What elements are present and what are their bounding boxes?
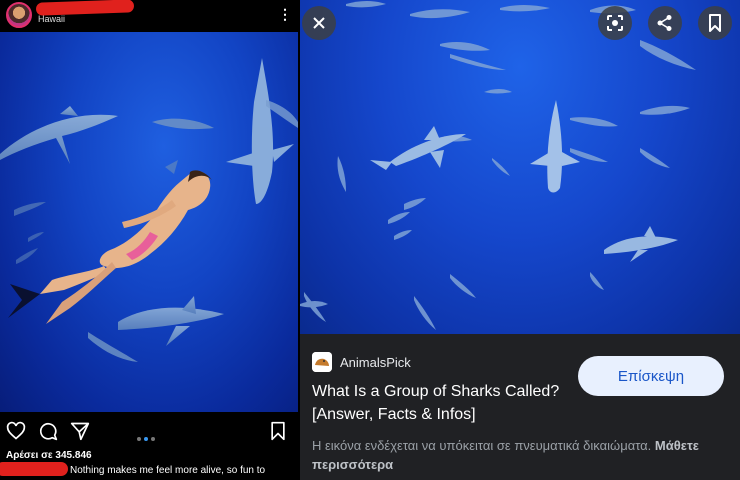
lens-search-button[interactable] [598,6,632,40]
close-icon [313,17,325,29]
post-caption: Nothing makes me feel more alive, so fun… [70,465,266,476]
comment-icon[interactable] [38,421,58,441]
source-favicon [312,352,332,372]
instagram-post: Hawaii ⋮ Αρέσει σε 345.846 Nothing makes… [0,0,298,480]
bookmark-icon[interactable] [268,421,288,441]
post-image[interactable] [0,32,298,412]
close-button[interactable] [302,6,336,40]
result-title[interactable]: What Is a Group of Sharks Called? [Answe… [312,380,582,426]
lens-icon [607,15,623,31]
redacted-caption-username [0,462,68,476]
avatar[interactable] [6,2,32,28]
copyright-text: Η εικόνα ενδέχεται να υπόκειται σε πνευμ… [312,438,652,453]
kebab-menu-icon[interactable]: ⋮ [278,6,292,23]
bookmark-icon [709,14,721,32]
post-header: Hawaii ⋮ [0,0,298,32]
carousel-indicator [137,428,158,446]
share-icon[interactable] [70,421,90,441]
share-icon [657,15,672,31]
share-button[interactable] [648,6,682,40]
post-location[interactable]: Hawaii [38,14,65,24]
like-count[interactable]: Αρέσει σε 345.846 [6,450,92,461]
result-info-panel: AnimalsPick What Is a Group of Sharks Ca… [300,334,740,480]
post-actions [0,412,298,448]
copyright-notice: Η εικόνα ενδέχεται να υπόκειται σε πνευμ… [312,436,732,474]
image-viewer: AnimalsPick What Is a Group of Sharks Ca… [300,0,740,480]
source-name[interactable]: AnimalsPick [340,355,411,370]
save-button[interactable] [698,6,732,40]
visit-button[interactable]: Επίσκεψη [578,356,724,396]
heart-icon[interactable] [6,421,26,441]
viewer-image[interactable] [300,0,740,334]
